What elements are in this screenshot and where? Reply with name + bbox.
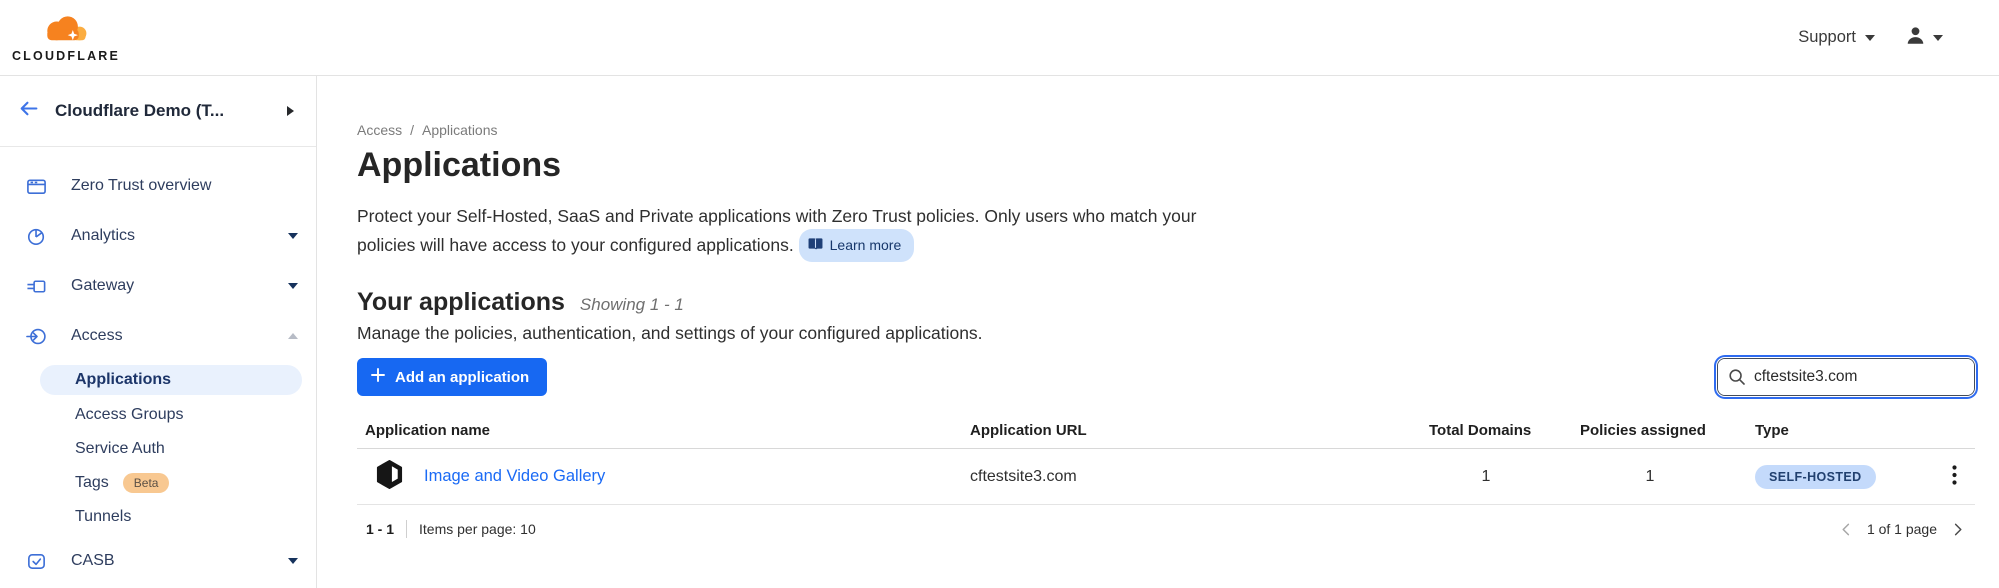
column-application-url: Application URL xyxy=(970,422,1425,439)
learn-more-button[interactable]: Learn more xyxy=(799,229,915,262)
column-policies-assigned: Policies assigned xyxy=(1580,422,1720,439)
type-cell: SELF-HOSTED xyxy=(1755,465,1930,489)
user-icon xyxy=(1905,25,1926,51)
policies-assigned-cell: 1 xyxy=(1580,468,1720,486)
learn-more-label: Learn more xyxy=(830,232,902,258)
cloudflare-logo[interactable]: CLOUDFLARE xyxy=(14,13,118,63)
type-badge: SELF-HOSTED xyxy=(1755,465,1876,489)
plus-icon xyxy=(371,368,385,386)
page-shell: Cloudflare Demo (T... Zero Trust overvie… xyxy=(0,76,1999,588)
showing-count: Showing 1 - 1 xyxy=(580,295,684,315)
cloudflare-cloud-icon xyxy=(38,13,94,52)
expand-arrow-icon[interactable] xyxy=(287,106,294,116)
sidebar-item-label: Gateway xyxy=(71,277,288,295)
breadcrumb: Access / Applications xyxy=(357,122,1975,138)
sidebar-item-casb[interactable]: CASB xyxy=(0,536,316,586)
gateway-icon xyxy=(25,275,47,297)
casb-icon xyxy=(25,550,47,572)
beta-badge: Beta xyxy=(123,473,170,493)
sidebar-item-tags[interactable]: Tags Beta xyxy=(0,466,316,500)
search-input[interactable] xyxy=(1718,359,1974,395)
sidebar-item-access[interactable]: Access xyxy=(0,311,316,361)
topbar: CLOUDFLARE Support xyxy=(0,0,1999,76)
chevron-down-icon xyxy=(288,558,298,564)
support-menu[interactable]: Support xyxy=(1798,28,1875,47)
main-content: Access / Applications Applications Prote… xyxy=(317,76,1999,588)
section-subtext: Manage the policies, authentication, and… xyxy=(357,323,1975,344)
chevron-down-icon xyxy=(1933,35,1943,41)
section-header: Your applications Showing 1 - 1 xyxy=(357,288,1975,317)
sidebar-item-tunnels[interactable]: Tunnels xyxy=(0,500,316,534)
column-total-domains: Total Domains xyxy=(1425,422,1547,439)
cloudflare-zero-trust-app: CLOUDFLARE Support xyxy=(0,0,1999,588)
breadcrumb-applications: Applications xyxy=(422,122,498,138)
sidebar-item-access-groups[interactable]: Access Groups xyxy=(0,398,316,432)
sidebar-subitem-label: Tunnels xyxy=(75,508,131,526)
applications-table: Application name Application URL Total D… xyxy=(357,422,1975,553)
overview-icon xyxy=(25,175,47,197)
sidebar-item-label: CASB xyxy=(71,552,288,570)
pagination: 1 - 1 Items per page: 10 1 of 1 page xyxy=(357,505,1975,553)
sidebar-item-label: Access xyxy=(71,327,288,345)
sidebar-item-analytics[interactable]: Analytics xyxy=(0,211,316,261)
chevron-down-icon xyxy=(288,233,298,239)
topbar-right: Support xyxy=(1798,25,1943,51)
access-submenu: Applications Access Groups Service Auth … xyxy=(0,365,316,534)
app-cube-icon xyxy=(375,459,404,495)
application-search xyxy=(1717,358,1975,396)
add-application-button[interactable]: Add an application xyxy=(357,358,547,396)
sidebar-item-zero-trust-overview[interactable]: Zero Trust overview xyxy=(0,161,316,211)
table-header-row: Application name Application URL Total D… xyxy=(357,422,1975,449)
chevron-down-icon xyxy=(1865,35,1875,41)
sidebar-item-label: Zero Trust overview xyxy=(71,177,298,195)
application-link[interactable]: Image and Video Gallery xyxy=(424,467,605,486)
total-domains-cell: 1 xyxy=(1425,468,1547,486)
sidebar-item-label: Analytics xyxy=(71,227,288,245)
actions-cell xyxy=(1930,461,1975,492)
page-title: Applications xyxy=(357,146,1975,185)
application-url-cell: cftestsite3.com xyxy=(970,468,1425,486)
cloudflare-wordmark: CLOUDFLARE xyxy=(12,49,120,63)
account-name[interactable]: Cloudflare Demo (T... xyxy=(55,101,287,121)
book-icon xyxy=(808,232,823,258)
column-type: Type xyxy=(1755,422,1930,439)
applications-toolbar: Add an application xyxy=(357,358,1975,396)
sidebar-item-service-auth[interactable]: Service Auth xyxy=(0,432,316,466)
analytics-icon xyxy=(25,225,47,247)
pagination-page-label: 1 of 1 page xyxy=(1867,521,1937,537)
user-menu[interactable] xyxy=(1905,25,1943,51)
account-switcher: Cloudflare Demo (T... xyxy=(0,76,316,147)
pagination-range: 1 - 1 xyxy=(366,521,394,537)
access-icon xyxy=(25,325,47,347)
support-label: Support xyxy=(1798,28,1856,47)
chevron-left-icon[interactable] xyxy=(1837,520,1856,539)
pagination-divider xyxy=(406,520,407,538)
sidebar: Cloudflare Demo (T... Zero Trust overvie… xyxy=(0,76,317,588)
chevron-up-icon xyxy=(288,333,298,339)
column-application-name: Application name xyxy=(357,422,970,439)
back-arrow-icon[interactable] xyxy=(18,98,39,124)
pagination-left: 1 - 1 Items per page: 10 xyxy=(366,520,536,538)
pagination-right: 1 of 1 page xyxy=(1837,520,1967,539)
table-row: Image and Video Gallery cftestsite3.com … xyxy=(357,449,1975,505)
sidebar-subitem-label: Tags xyxy=(75,474,109,492)
chevron-down-icon xyxy=(288,283,298,289)
breadcrumb-access[interactable]: Access xyxy=(357,122,402,138)
chevron-right-icon[interactable] xyxy=(1948,520,1967,539)
sidebar-subitem-label: Applications xyxy=(75,371,171,389)
sidebar-subitem-label: Access Groups xyxy=(75,406,183,424)
items-per-page[interactable]: Items per page: 10 xyxy=(419,521,536,537)
row-actions-kebab-icon[interactable] xyxy=(1946,461,1963,492)
breadcrumb-separator: / xyxy=(410,122,414,138)
sidebar-subitem-label: Service Auth xyxy=(75,440,165,458)
add-application-label: Add an application xyxy=(395,369,529,386)
sidebar-item-gateway[interactable]: Gateway xyxy=(0,261,316,311)
sidebar-nav: Zero Trust overview Analytics xyxy=(0,147,316,586)
page-description-text: Protect your Self-Hosted, SaaS and Priva… xyxy=(357,206,1196,255)
section-title: Your applications xyxy=(357,288,565,317)
page-description: Protect your Self-Hosted, SaaS and Priva… xyxy=(357,203,1207,262)
application-name-cell: Image and Video Gallery xyxy=(357,459,970,495)
sidebar-item-applications[interactable]: Applications xyxy=(40,365,302,395)
